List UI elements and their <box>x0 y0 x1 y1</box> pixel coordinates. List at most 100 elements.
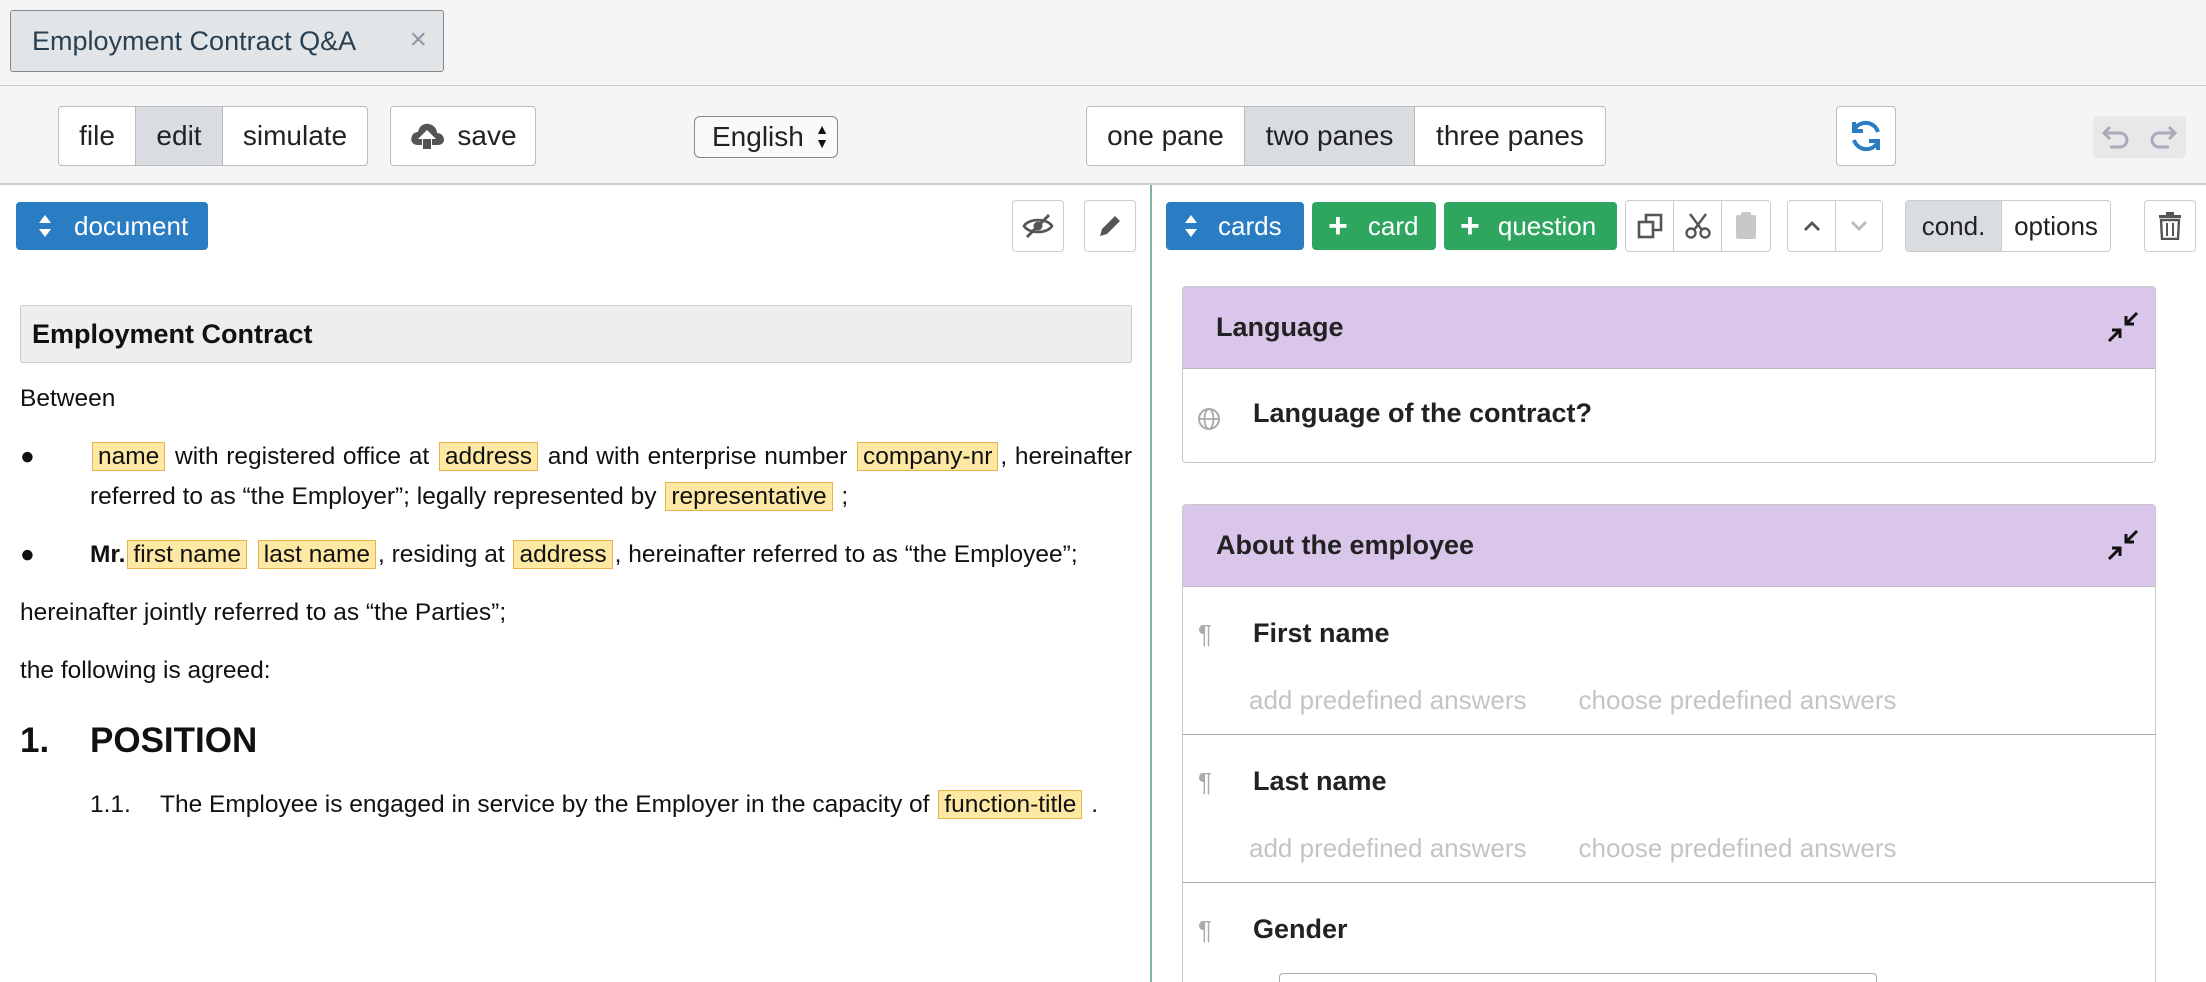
delete-button[interactable] <box>2144 200 2196 252</box>
three-panes-button[interactable]: three panes <box>1415 107 1605 165</box>
cut-button[interactable] <box>1674 201 1722 251</box>
variable-function-title[interactable]: function-title <box>938 790 1083 819</box>
cond-button[interactable]: cond. <box>1906 201 2002 251</box>
chevron-down-icon <box>1851 221 1867 231</box>
pilcrow-icon: ¶ <box>1198 915 1212 945</box>
card-header[interactable]: Language <box>1183 287 2155 369</box>
redo-button[interactable] <box>2140 116 2187 158</box>
document-pane: document Employment Contract Between ● n… <box>0 185 1150 982</box>
add-question-label: question <box>1497 210 1597 241</box>
sort-icon <box>1185 215 1197 237</box>
compress-icon[interactable] <box>2105 527 2141 563</box>
compress-icon[interactable] <box>2105 309 2141 345</box>
mode-simulate-button[interactable]: simulate <box>223 107 367 165</box>
question-title: Language of the contract? <box>1253 398 1593 428</box>
move-down-button[interactable] <box>1836 201 1882 251</box>
text: with registered office at <box>175 443 430 470</box>
copy-button[interactable] <box>1626 201 1674 251</box>
card-language[interactable]: Language Language of the contract? <box>1182 286 2156 463</box>
add-card-button[interactable]: + card <box>1312 202 1436 250</box>
one-pane-button[interactable]: one pane <box>1087 107 1245 165</box>
variable-first-name[interactable]: first name <box>127 540 247 569</box>
paragraph-jointly: hereinafter jointly referred to as “the … <box>20 599 507 626</box>
save-label: save <box>457 120 517 151</box>
section-number: 1. <box>20 721 50 760</box>
document-dropdown-button[interactable]: document <box>16 202 208 250</box>
tab-bar: Employment Contract Q&A × <box>0 0 2206 86</box>
paste-button[interactable] <box>1722 201 1770 251</box>
move-group <box>1787 200 1883 252</box>
section-heading: 1. POSITION <box>20 721 1132 761</box>
card-header[interactable]: About the employee <box>1183 505 2155 587</box>
choose-predefined-answers-link[interactable]: choose predefined answers <box>1579 833 1897 864</box>
question-item[interactable]: Language of the contract? <box>1183 369 2155 462</box>
bullet-dot: ● <box>20 443 35 470</box>
cards-dropdown-button[interactable]: cards <box>1166 202 1304 250</box>
variable-company-nr[interactable]: company-nr <box>857 442 999 471</box>
text: . <box>1091 791 1098 818</box>
refresh-button[interactable] <box>1836 106 1896 166</box>
question-item[interactable]: ¶ Last name add predefined answers choos… <box>1183 735 2155 883</box>
mode-file-button[interactable]: file <box>59 107 136 165</box>
bullet-employee: ● Mr. first name last name, residing at a… <box>20 535 1132 575</box>
tab-title: Employment Contract Q&A <box>32 25 357 56</box>
gender-select[interactable] <box>1279 973 1877 982</box>
eye-slash-icon <box>1022 213 1054 239</box>
variable-address[interactable]: address <box>438 442 539 471</box>
view-toggle-group: cond. options <box>1905 200 2111 252</box>
plus-icon: + <box>1460 206 1480 245</box>
refresh-icon <box>1852 120 1880 152</box>
paragraph-between: Between <box>20 385 116 412</box>
document-title: Employment Contract <box>20 305 1132 363</box>
cards-pane: cards + card + question cond. options La… <box>1152 185 2206 982</box>
mode-edit-button[interactable]: edit <box>136 107 223 165</box>
bullet-dot: ● <box>20 541 35 568</box>
bullet-employer: ● name with registered office at address… <box>20 437 1132 517</box>
copy-icon <box>1637 213 1662 239</box>
select-arrows-icon: ▲ ▼ <box>815 121 829 151</box>
add-predefined-answers-link[interactable]: add predefined answers <box>1249 833 1527 864</box>
add-predefined-answers-link[interactable]: add predefined answers <box>1249 685 1527 716</box>
question-item[interactable]: ¶ First name add predefined answers choo… <box>1183 587 2155 735</box>
close-icon[interactable]: × <box>409 25 427 55</box>
pencil-icon <box>1100 216 1120 236</box>
subsection-number: 1.1. <box>90 791 131 818</box>
predefined-links: add predefined answers choose predefined… <box>1249 833 1897 864</box>
scissors-icon <box>1684 213 1711 239</box>
options-button[interactable]: options <box>2002 201 2110 251</box>
language-select[interactable]: English ▲ ▼ <box>694 116 838 158</box>
mode-group: file edit simulate <box>58 106 368 166</box>
document-content: Employment Contract Between ● name with … <box>20 305 1132 825</box>
two-panes-button[interactable]: two panes <box>1245 107 1415 165</box>
sort-icon <box>39 215 51 237</box>
clipboard-icon <box>1736 212 1756 239</box>
variable-name[interactable]: name <box>92 442 166 471</box>
move-up-button[interactable] <box>1788 201 1836 251</box>
question-title: Gender <box>1253 914 1348 944</box>
question-title: Last name <box>1253 766 1387 796</box>
chevron-up-icon <box>1803 221 1820 231</box>
cards-label: cards <box>1218 210 1282 241</box>
choose-predefined-answers-link[interactable]: choose predefined answers <box>1579 685 1897 716</box>
variable-address[interactable]: address <box>513 540 613 569</box>
add-question-button[interactable]: + question <box>1444 202 1617 250</box>
undo-button[interactable] <box>2093 116 2140 158</box>
pilcrow-icon: ¶ <box>1198 767 1212 797</box>
question-item[interactable]: ¶ Gender <box>1183 883 2155 982</box>
text: , hereinafter referred to as “the Employ… <box>614 541 1078 568</box>
card-title: About the employee <box>1216 530 1475 560</box>
save-button[interactable]: save <box>390 106 536 166</box>
redo-icon <box>2150 125 2177 149</box>
text: , residing at <box>378 541 505 568</box>
clipboard-group <box>1625 200 1771 252</box>
variable-representative[interactable]: representative <box>665 482 833 511</box>
hide-button[interactable] <box>1012 200 1064 252</box>
cloud-upload-icon <box>411 123 445 149</box>
card-about-employee[interactable]: About the employee ¶ First name add pred… <box>1182 504 2156 982</box>
edit-button[interactable] <box>1084 200 1136 252</box>
tab-employment-contract[interactable]: Employment Contract Q&A × <box>10 10 444 72</box>
trash-icon <box>2159 212 2181 240</box>
variable-last-name[interactable]: last name <box>257 540 376 569</box>
section-title: POSITION <box>90 721 258 760</box>
question-title: First name <box>1253 618 1390 648</box>
